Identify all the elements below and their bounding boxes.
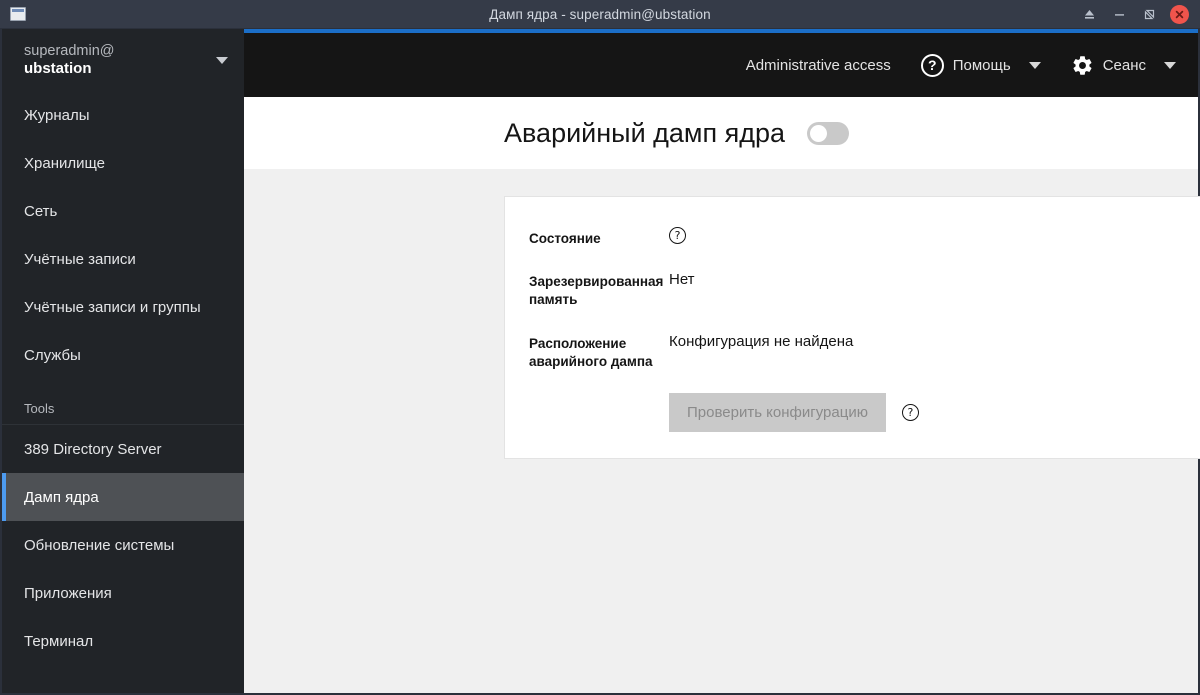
close-button[interactable] [1166,1,1192,27]
help-menu-label: Помощь [952,56,1011,74]
sidebar-item-label: 389 Directory Server [24,440,162,458]
sidebar-section-tools: Tools [2,379,244,425]
sidebar-section-label: Tools [24,401,55,416]
sidebar-item-label: Журналы [24,106,90,124]
sidebar-item-terminal[interactable]: Терминал [2,617,244,665]
account-user: superadmin@ [24,42,115,59]
kdump-enable-toggle[interactable] [807,121,850,145]
sidebar-item-accounts-and-groups[interactable]: Учётные записи и группы [2,283,244,331]
gear-icon [1071,54,1094,77]
field-value-actions: Проверить конфигурацию ? [669,393,919,433]
sidebar-item-logs[interactable]: Журналы [2,91,244,139]
help-icon[interactable]: ? [669,227,686,244]
field-row-status: Состояние ? [529,227,1200,248]
sidebar-item-accounts[interactable]: Учётные записи [2,235,244,283]
chevron-down-icon [216,56,228,64]
sidebar-item-kernel-dump[interactable]: Дамп ядра [2,473,244,521]
question-circle-icon: ? [920,53,944,77]
chevron-down-icon [1028,61,1041,69]
window-body: superadmin@ ubstation Журналы Хранилище … [0,29,1200,695]
application-window: Дамп ядра - superadmin@ubstation superad… [0,0,1200,695]
sidebar-item-label: Учётные записи и группы [24,298,201,316]
account-switcher[interactable]: superadmin@ ubstation [2,29,244,91]
sidebar-item-label: Приложения [24,584,112,602]
sidebar-item-389-directory-server[interactable]: 389 Directory Server [2,425,244,473]
minimize-button[interactable] [1106,1,1132,27]
window-icon [10,7,26,21]
help-icon[interactable]: ? [901,404,919,422]
page-title: Аварийный дамп ядра [504,117,786,148]
field-value-reserved-memory: Нет [669,271,695,289]
sidebar-item-label: Хранилище [24,154,105,172]
close-icon [1169,4,1189,24]
sidebar-item-storage[interactable]: Хранилище [2,139,244,187]
maximize-button[interactable] [1136,1,1162,27]
sidebar-item-software-updates[interactable]: Обновление системы [2,521,244,569]
sidebar-item-label: Службы [24,346,81,364]
sidebar-item-label: Учётные записи [24,250,136,268]
sidebar: superadmin@ ubstation Журналы Хранилище … [2,29,244,693]
title-bar: Дамп ядра - superadmin@ubstation [0,0,1200,29]
field-label-status: Состояние [529,231,601,246]
field-value-status: ? [669,227,686,244]
sidebar-item-label: Дамп ядра [24,488,99,506]
window-controls [1076,0,1192,28]
field-value-crash-dump-location: Конфигурация не найдена [669,332,854,350]
top-navigation-bar: Administrative access ? Помощь Сеанс [244,29,1198,97]
account-host: ubstation [24,59,92,77]
field-row-reserved-memory: Зарезервированная память Нет [529,270,1200,309]
toggle-knob [810,124,828,142]
session-menu[interactable]: Сеанс [1071,54,1176,77]
field-label-crash-dump-location: Расположение аварийного дампа [529,335,653,369]
sidebar-item-networking[interactable]: Сеть [2,187,244,235]
field-label-actions-spacer [529,393,669,396]
content-area: Administrative access ? Помощь Сеанс Ава… [244,29,1200,693]
field-label-reserved-memory: Зарезервированная память [529,274,664,308]
sidebar-item-applications[interactable]: Приложения [2,569,244,617]
main-panel: Состояние ? Зарезервированная память Нет… [244,169,1200,693]
kdump-status-card: Состояние ? Зарезервированная память Нет… [504,196,1200,460]
test-configuration-button[interactable]: Проверить конфигурацию [669,393,886,433]
sidebar-item-label: Обновление системы [24,536,175,554]
administrative-access-label: Administrative access [745,56,891,74]
administrative-access-button[interactable]: Administrative access [746,57,891,74]
field-row-crash-dump-location: Расположение аварийного дампа Конфигурац… [529,332,1200,371]
eject-icon[interactable] [1076,1,1102,27]
chevron-down-icon [1164,61,1176,69]
session-menu-label: Сеанс [1102,56,1146,74]
field-row-actions: Проверить конфигурацию ? [529,393,1200,433]
page-header: Аварийный дамп ядра [244,97,1198,169]
sidebar-item-label: Терминал [24,632,94,650]
sidebar-item-services[interactable]: Службы [2,331,244,379]
help-menu[interactable]: ? Помощь [920,53,1041,77]
window-title: Дамп ядра - superadmin@ubstation [489,6,711,22]
sidebar-item-label: Сеть [24,202,58,220]
